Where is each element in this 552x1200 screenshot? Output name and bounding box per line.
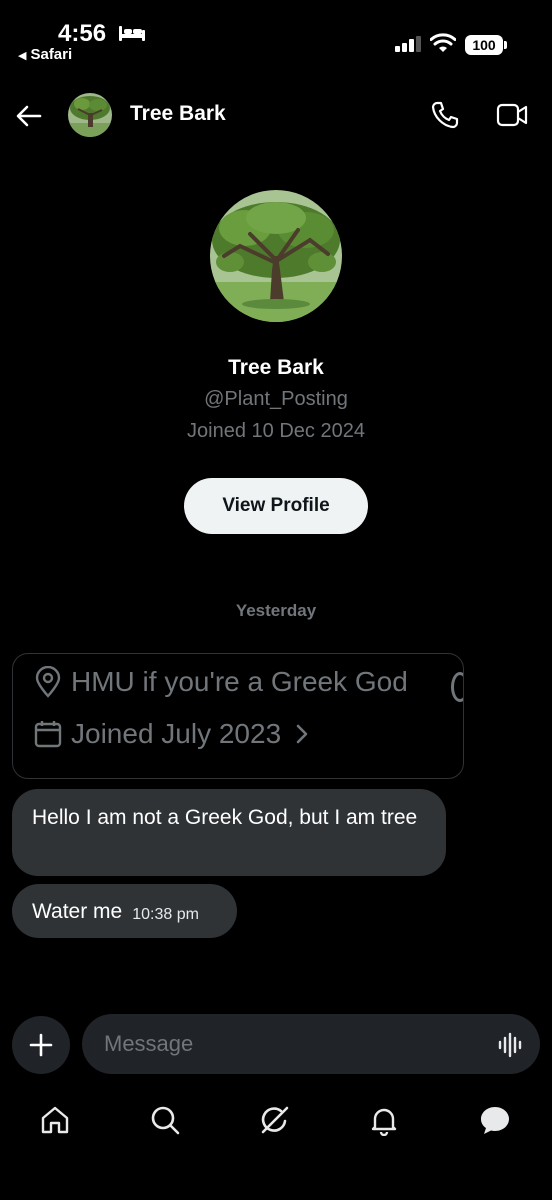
nav-messages[interactable] (477, 1102, 513, 1138)
wifi-icon (430, 33, 456, 52)
card-location-text: HMU if you're a Greek God (71, 666, 408, 697)
nav-home[interactable] (37, 1102, 73, 1138)
voice-icon[interactable] (497, 1031, 525, 1059)
status-bar: 4:56 ◀ Safari 100 (0, 0, 552, 80)
shared-profile-card[interactable]: HMU if you're a Greek God Joined July 20… (12, 653, 464, 779)
calendar-icon (34, 721, 62, 748)
card-extra-icon (451, 672, 463, 702)
avatar[interactable] (68, 93, 112, 137)
back-arrow-icon[interactable] (14, 101, 44, 131)
header-contact-name[interactable]: Tree Bark (130, 102, 226, 126)
message-timestamp: 10:38 pm (132, 905, 199, 923)
back-app-label: Safari (30, 46, 73, 63)
card-joined-text: Joined July 2023 (71, 718, 282, 749)
add-attachment-button[interactable] (12, 1016, 70, 1074)
back-to-app-link[interactable]: ◀ Safari (18, 46, 72, 63)
conversation-header: Tree Bark (0, 88, 552, 144)
profile-name: Tree Bark (228, 356, 324, 379)
chevron-right-icon (296, 724, 308, 744)
plus-icon (29, 1033, 53, 1057)
date-separator: Yesterday (235, 601, 317, 620)
bed-icon (119, 26, 145, 41)
nav-grok[interactable] (257, 1102, 293, 1138)
search-icon (151, 1106, 180, 1135)
nav-notifications[interactable] (366, 1102, 402, 1138)
profile-avatar[interactable] (210, 190, 342, 322)
location-pin-icon (35, 666, 61, 698)
signal-icon (395, 36, 421, 52)
message-input[interactable] (82, 1014, 540, 1074)
bottom-nav (0, 1090, 552, 1150)
profile-joined-date: Joined 10 Dec 2024 (187, 420, 365, 442)
profile-handle: @Plant_Posting (204, 388, 348, 410)
notifications-icon (371, 1108, 397, 1136)
message-text: Water me (32, 899, 123, 923)
card-location-row: HMU if you're a Greek God (33, 666, 408, 698)
grok-icon (261, 1106, 289, 1134)
card-joined-row: Joined July 2023 (33, 718, 321, 750)
message-bubble[interactable]: Hello I am not a Greek God, but I am tre… (12, 789, 446, 876)
nav-search[interactable] (147, 1102, 183, 1138)
message-text: Hello I am not a Greek God, but I am tre… (32, 806, 418, 829)
status-time: 4:56 (58, 20, 107, 47)
video-icon[interactable] (496, 102, 528, 128)
battery-icon: 100 (465, 35, 507, 55)
view-profile-button[interactable]: View Profile (184, 478, 368, 534)
phone-icon[interactable] (430, 100, 460, 130)
messages-icon (481, 1107, 509, 1134)
message-bubble[interactable]: Water me 10:38 pm (12, 884, 237, 938)
home-icon (41, 1106, 69, 1134)
